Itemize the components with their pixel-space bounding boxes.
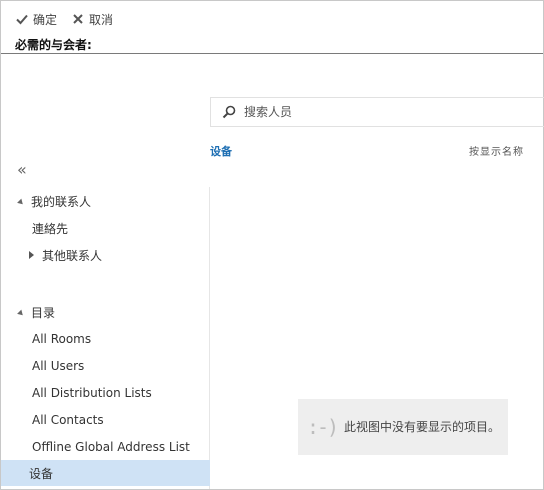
cancel-button[interactable]: 取消	[71, 11, 113, 28]
sidebar-item-label: Offline Global Address List	[32, 440, 190, 454]
sidebar-item-label: 其他联系人	[42, 248, 103, 263]
ok-label: 确定	[33, 12, 58, 27]
search-input[interactable]	[244, 105, 524, 119]
ok-button[interactable]: 确定	[15, 11, 57, 28]
close-icon	[71, 12, 85, 26]
sidebar-group-directory[interactable]: 目录	[1, 299, 210, 325]
sidebar-item-offline-global-address-list[interactable]: Offline Global Address List	[1, 434, 210, 460]
sort-by-display-name[interactable]: 按显示名称	[469, 143, 524, 158]
sidebar-item-all-distribution-lists[interactable]: All Distribution Lists	[1, 380, 210, 406]
search-box[interactable]	[210, 97, 544, 127]
sidebar-item-label: All Users	[32, 359, 85, 373]
current-folder-breadcrumb[interactable]: 设备	[210, 143, 232, 159]
sidebar-item-other-contacts[interactable]: 其他联系人	[1, 242, 210, 268]
required-attendees-label: 必需的与会者:	[15, 38, 92, 52]
people-picker-window: 确定 取消 必需的与会者: 设备 按显示名称 « 我的联系人 連絡先 其他联系人	[0, 0, 544, 490]
checkmark-icon	[15, 12, 29, 26]
emoticon-icon: :-)	[306, 415, 339, 439]
collapse-sidebar-button[interactable]: «	[17, 162, 27, 178]
sidebar-item-label: All Contacts	[32, 413, 104, 427]
empty-state-message: 此视图中没有要显示的项目。	[344, 420, 501, 434]
toolbar: 确定 取消	[15, 11, 127, 27]
expand-caret-icon[interactable]	[17, 194, 25, 208]
sidebar-item-all-users[interactable]: All Users	[1, 353, 210, 379]
sidebar-group-label: 目录	[31, 305, 56, 320]
empty-state: :-) 此视图中没有要显示的项目。	[298, 399, 508, 455]
sidebar: 我的联系人 連絡先 其他联系人 目录 All Rooms All Users A…	[1, 187, 210, 489]
sidebar-item-label: 设备	[29, 466, 54, 481]
sidebar-item-label: 連絡先	[32, 221, 69, 236]
sidebar-item-label: All Distribution Lists	[32, 386, 152, 400]
sidebar-item-label: All Rooms	[32, 332, 92, 346]
search-icon[interactable]	[222, 105, 236, 119]
cancel-label: 取消	[89, 12, 114, 27]
sidebar-item-devices[interactable]: 设备	[1, 460, 210, 486]
sidebar-group-my-contacts[interactable]: 我的联系人	[1, 188, 210, 214]
required-attendees-field[interactable]	[1, 53, 543, 54]
sidebar-item-all-rooms[interactable]: All Rooms	[1, 326, 210, 352]
collapsed-caret-icon[interactable]	[29, 248, 34, 262]
sidebar-item-contacts[interactable]: 連絡先	[1, 215, 210, 241]
sidebar-item-all-contacts[interactable]: All Contacts	[1, 407, 210, 433]
sidebar-group-label: 我的联系人	[31, 194, 92, 209]
expand-caret-icon[interactable]	[17, 305, 25, 319]
